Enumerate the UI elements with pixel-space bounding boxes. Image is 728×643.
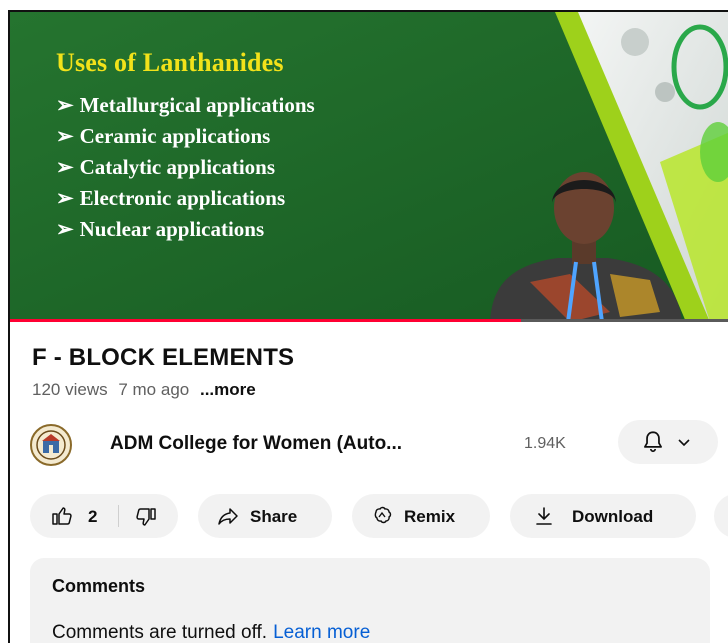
slide-bullet: ➢ Metallurgical applications [56,93,315,117]
view-count: 120 views [32,380,108,399]
slide-title: Uses of Lanthanides [56,48,284,77]
channel-row[interactable]: ADM College for Women (Auto... 1.94K [30,418,728,470]
remix-button[interactable]: Remix [352,494,490,538]
download-button[interactable]: Download [510,494,696,538]
app-frame: Uses of Lanthanides ➢ Metallurgical appli… [8,10,728,643]
slide-text: Uses of Lanthanides ➢ Metallurgical appli… [56,48,315,245]
share-button[interactable]: Share [198,494,332,538]
chevron-down-icon [678,439,690,447]
slide-bullet: ➢ Nuclear applications [56,217,265,241]
comments-off-message: Comments are turned off. Learn more [52,622,370,643]
video-details: F - BLOCK ELEMENTS 120 views 7 mo ago ..… [10,322,728,643]
comments-heading: Comments [52,576,146,596]
action-bar: 2 Share Remix Download [30,494,728,538]
clip-button[interactable] [714,494,728,538]
like-count[interactable]: 2 [88,507,97,527]
like-dislike-pill: 2 [30,494,178,538]
download-icon [536,507,552,525]
video-meta[interactable]: 120 views 7 mo ago ...more [32,380,256,400]
channel-name[interactable]: ADM College for Women (Auto... [110,433,402,455]
comments-panel[interactable]: Comments Comments are turned off. Learn m… [30,558,710,643]
upload-age: 7 mo ago [118,380,190,399]
college-emblem-icon[interactable] [30,424,72,466]
remix-label: Remix [404,507,456,526]
slide-bullet: ➢ Electronic applications [56,186,286,210]
bell-icon [644,431,662,453]
subscriber-count: 1.94K [524,435,566,452]
slide-bullet: ➢ Ceramic applications [56,124,271,148]
comments-off-text: Comments are turned off. [52,622,268,643]
share-icon [218,508,238,525]
thumbs-down-icon[interactable] [134,505,158,529]
notification-bell-button[interactable] [618,420,718,464]
download-label: Download [572,507,654,526]
learn-more-link[interactable]: Learn more [273,622,370,643]
more-link[interactable]: ...more [200,380,256,399]
slide-bullet: ➢ Catalytic applications [56,155,276,179]
video-title: F - BLOCK ELEMENTS [32,344,295,371]
share-label: Share [250,507,298,526]
like-divider [118,505,119,527]
video-player[interactable]: Uses of Lanthanides ➢ Metallurgical appli… [10,12,728,322]
remix-icon [374,506,392,524]
thumbs-up-icon[interactable] [50,504,74,528]
